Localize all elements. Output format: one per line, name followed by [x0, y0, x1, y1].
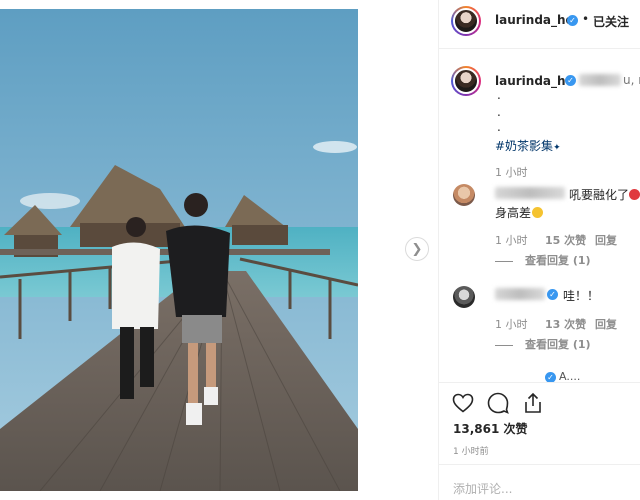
post-photo[interactable] [0, 9, 358, 491]
comment-text-line2: 身高差 [495, 204, 544, 221]
laughing-emoji-icon [532, 207, 544, 218]
caption-time[interactable]: 1 小时 [495, 164, 528, 180]
comment-time[interactable]: 1 小时 [495, 316, 528, 332]
comment-likes[interactable]: 15 次赞 [545, 232, 586, 248]
commenter-verified-icon: ✓ [547, 289, 558, 300]
caption-hashtag[interactable]: #奶茶影集✦ [495, 137, 561, 154]
caption-dot-2: . [497, 105, 501, 119]
blurred-commenter-name [495, 187, 565, 199]
reply-button[interactable]: 回复 [595, 316, 617, 332]
comment-icon[interactable] [486, 391, 510, 415]
next-photo-button[interactable]: ❯ [405, 237, 429, 261]
author-avatar[interactable] [451, 6, 481, 36]
commenter-avatar[interactable] [453, 184, 475, 206]
header-divider [439, 48, 640, 49]
header-separator: • [582, 12, 590, 26]
caption-dot-3: . [497, 120, 501, 134]
caption-text-tail: u, n [623, 73, 640, 87]
add-comment-input[interactable]: 添加评论... [453, 480, 512, 497]
maldives-couple-photo [0, 9, 358, 491]
blurred-commenter-name [495, 288, 545, 300]
view-replies-button[interactable]: 查看回复 (1) [495, 252, 591, 268]
blurred-caption-text [579, 74, 621, 86]
post-side-panel: laurinda_ho ✓ • 已关注 laurinda_ho ✓ u, n .… [438, 0, 640, 500]
commenter-avatar[interactable] [453, 286, 475, 308]
likes-count[interactable]: 13,861 次赞 [453, 420, 528, 437]
caption-verified-icon: ✓ [565, 75, 576, 86]
heart-icon[interactable] [451, 391, 475, 415]
verified-badge-icon: ✓ [567, 15, 578, 26]
comment-text: 哇！！ [563, 289, 600, 303]
share-icon[interactable] [521, 391, 545, 415]
comment-time[interactable]: 1 小时 [495, 232, 528, 248]
reply-button[interactable]: 回复 [595, 232, 617, 248]
comment-box-divider [439, 464, 640, 465]
caption-author-avatar[interactable] [451, 66, 481, 96]
post-timestamp: 1 小时前 [453, 447, 489, 457]
actions-divider [439, 382, 640, 383]
view-replies-button[interactable]: 查看回复 (1) [495, 336, 591, 352]
comment-text: 吼要融化了 [569, 186, 640, 203]
heart-eyes-emoji-icon [629, 189, 640, 200]
comment-likes[interactable]: 13 次赞 [545, 316, 586, 332]
caption-dot-1: . [497, 88, 501, 102]
chevron-right-icon: ❯ [411, 241, 423, 257]
follow-status-button[interactable]: 已关注 [593, 13, 629, 30]
caption-author-username[interactable]: laurinda_ho [495, 74, 574, 88]
author-username[interactable]: laurinda_ho [495, 13, 574, 27]
